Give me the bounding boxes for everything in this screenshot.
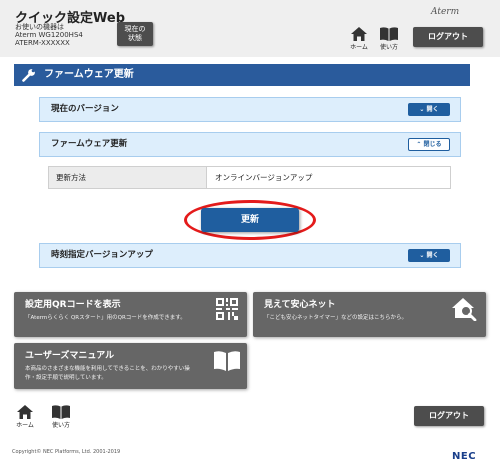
device-id: ATERM-XXXXXX [15, 39, 70, 47]
close-button[interactable]: ⌃ 閉じる [408, 138, 450, 151]
house-search-icon [452, 298, 477, 321]
update-button[interactable]: 更新 [201, 208, 299, 232]
section-firmware-update[interactable]: ファームウェア更新 ⌃ 閉じる [39, 132, 461, 157]
wrench-icon [22, 69, 35, 82]
header: クイック設定Web お使いの機器は Aterm WG1200HS4 ATERM-… [0, 0, 500, 57]
qr-code-icon [216, 298, 238, 320]
section-current-version[interactable]: 現在のバージョン ⌄ 開く [39, 97, 461, 122]
tile-title: 見えて安心ネット [264, 300, 336, 310]
section-scheduled-update[interactable]: 時刻指定バージョンアップ ⌄ 開く [39, 243, 461, 268]
user-manual-tile[interactable]: ユーザーズマニュアル 本商品のさまざまな機能を利用してできることを、わかりやすい… [14, 343, 247, 389]
chevron-up-icon: ⌃ [416, 141, 424, 148]
tile-description: 「こども安心ネットタイマー」などの設定はこちらから。 [264, 315, 408, 321]
section-label: 時刻指定バージョンアップ [51, 250, 153, 260]
company-logo: NEC [452, 451, 477, 462]
current-status-button[interactable]: 現在の 状態 [117, 22, 153, 46]
section-label: ファームウェア更新 [51, 139, 128, 149]
update-method-label: 更新方法 [49, 167, 207, 188]
book-icon [214, 351, 240, 371]
brand-logo: Aterm [431, 7, 460, 17]
home-button[interactable]: ホーム [345, 27, 373, 51]
logout-button[interactable]: ログアウト [413, 27, 483, 47]
section-label: 現在のバージョン [51, 104, 119, 114]
home-icon [351, 27, 367, 41]
page-title-bar: ファームウェア更新 [14, 64, 470, 86]
tile-description: 作・設定手順で説明しています。 [25, 375, 107, 381]
safety-net-tile[interactable]: 見えて安心ネット 「こども安心ネットタイマー」などの設定はこちらから。 [253, 292, 486, 337]
tile-title: 設定用QRコードを表示 [25, 300, 121, 310]
help-button[interactable]: 使い方 [375, 27, 403, 51]
qr-code-tile[interactable]: 設定用QRコードを表示 「Atermらくらく QRスタート」用のQRコードを作成… [14, 292, 247, 337]
footer-logout-button[interactable]: ログアウト [414, 406, 484, 426]
open-label: 開く [426, 106, 439, 113]
book-icon [52, 405, 70, 419]
tile-description: 「Atermらくらく QRスタート」用のQRコードを作成できます。 [25, 315, 186, 321]
chevron-down-icon: ⌄ [419, 252, 427, 259]
copyright: Copyright© NEC Platforms, Ltd. 2001-2019 [12, 449, 121, 455]
page-title: ファームウェア更新 [44, 69, 134, 80]
home-label: ホーム [350, 44, 368, 51]
home-label: ホーム [16, 422, 34, 429]
chevron-down-icon: ⌄ [419, 106, 427, 113]
home-icon [17, 405, 33, 419]
open-label: 開く [426, 252, 439, 259]
help-label: 使い方 [379, 44, 398, 51]
update-method-table: 更新方法 オンラインバージョンアップ [48, 166, 451, 189]
update-method-value: オンラインバージョンアップ [215, 173, 313, 182]
open-button[interactable]: ⌄ 開く [408, 249, 450, 262]
help-label: 使い方 [51, 422, 70, 429]
tile-title: ユーザーズマニュアル [25, 351, 115, 361]
close-label: 閉じる [423, 141, 442, 148]
open-button[interactable]: ⌄ 開く [408, 103, 450, 116]
tile-description: 本商品のさまざまな機能を利用してできることを、わかりやすい操 [25, 366, 190, 372]
book-icon [380, 27, 398, 41]
footer-help-button[interactable]: 使い方 [47, 405, 75, 429]
footer-home-button[interactable]: ホーム [11, 405, 39, 429]
